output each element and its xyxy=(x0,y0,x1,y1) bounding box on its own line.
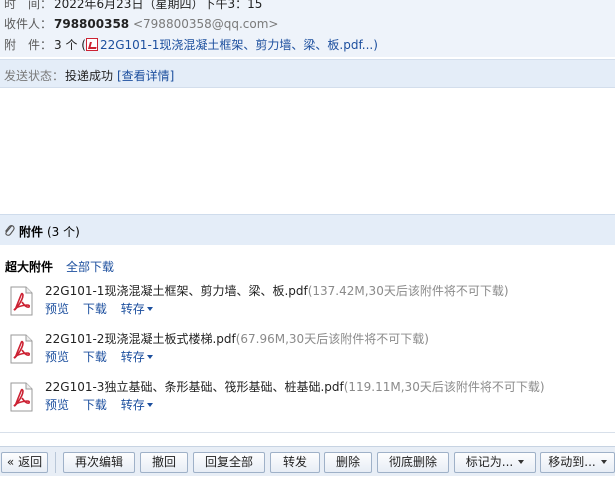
attachment-close-paren: ) xyxy=(373,38,378,52)
file-name-row: 22G101-1现浇混凝土框架、剪力墙、梁、板.pdf(137.42M,30天后… xyxy=(45,282,509,299)
time-row: 时 间： 2022年6月23日（星期四）下午3：15 xyxy=(4,0,262,12)
save-label: 转存 xyxy=(120,302,145,316)
attachment-item: 22G101-2现浇混凝土板式楼梯.pdf(67.96M,30天后该附件将不可下… xyxy=(0,330,615,376)
save-label: 转存 xyxy=(120,398,145,412)
attachments-count: (3 个) xyxy=(47,225,80,239)
pdf-file-icon[interactable] xyxy=(7,382,35,412)
save-label: 转存 xyxy=(120,350,145,364)
delete-permanently-button[interactable]: 彻底删除 xyxy=(377,452,449,473)
download-link[interactable]: 下载 xyxy=(83,350,107,364)
file-actions: 预览 下载 转存 xyxy=(45,348,163,365)
recall-button[interactable]: 撤回 xyxy=(140,452,188,473)
recipient-name[interactable]: 798800358 xyxy=(54,17,129,31)
time-label: 时 间： xyxy=(4,0,53,11)
status-label: 发送状态： xyxy=(4,69,65,83)
paperclip-icon xyxy=(5,225,15,236)
chevron-down-icon xyxy=(518,460,525,464)
view-details-link[interactable]: [查看详情] xyxy=(117,67,174,84)
attachment-item: 22G101-3独立基础、条形基础、筏形基础、桩基础.pdf(119.11M,3… xyxy=(0,378,615,424)
attachment-row: 附 件： 3 个 (22G101-1现浇混凝土框架、剪力墙、梁、板.pdf...) xyxy=(4,36,378,52)
toolbar-separator xyxy=(55,452,56,473)
recipient-row: 收件人： 798800358 <798800358@qq.com> xyxy=(4,16,278,32)
status-value: 投递成功 xyxy=(65,69,114,83)
super-attachment-label: 超大附件 xyxy=(5,260,54,274)
file-name-row: 22G101-2现浇混凝土板式楼梯.pdf(67.96M,30天后该附件将不可下… xyxy=(45,330,429,347)
attachment-label: 附 件： xyxy=(4,38,53,52)
pdf-icon xyxy=(85,38,98,51)
download-link[interactable]: 下载 xyxy=(83,302,107,316)
chevron-down-icon xyxy=(146,307,153,311)
attachments-title: 附件 xyxy=(19,225,44,239)
action-toolbar: « 返回 再次编辑 撤回 回复全部 转发 删除 彻底删除 标记为... 移动到.… xyxy=(0,446,615,476)
file-name[interactable]: 22G101-3独立基础、条形基础、筏形基础、桩基础.pdf xyxy=(45,380,344,394)
file-meta: (137.42M,30天后该附件将不可下载) xyxy=(307,284,509,298)
back-button[interactable]: « 返回 xyxy=(1,452,48,473)
file-meta: (67.96M,30天后该附件将不可下载) xyxy=(235,332,429,346)
save-dropdown[interactable]: 转存 xyxy=(121,302,153,316)
chevron-down-icon xyxy=(600,460,607,464)
file-name[interactable]: 22G101-1现浇混凝土框架、剪力墙、梁、板.pdf xyxy=(45,284,308,298)
recipient-email: <798800358@qq.com> xyxy=(132,17,279,31)
attachment-link[interactable]: 22G101-1现浇混凝土框架、剪力墙、梁、板.pdf... xyxy=(100,38,373,52)
chevron-down-icon xyxy=(146,403,153,407)
delete-button[interactable]: 删除 xyxy=(324,452,372,473)
preview-link[interactable]: 预览 xyxy=(45,398,69,412)
mail-header: 时 间： 2022年6月23日（星期四）下午3：15 收件人： 798800358 … xyxy=(0,0,615,57)
re-edit-button[interactable]: 再次编辑 xyxy=(63,452,135,473)
reply-all-button[interactable]: 回复全部 xyxy=(193,452,265,473)
recipient-label: 收件人： xyxy=(4,17,53,31)
file-name[interactable]: 22G101-2现浇混凝土板式楼梯.pdf xyxy=(45,332,236,346)
download-link[interactable]: 下载 xyxy=(83,398,107,412)
attachment-item: 22G101-1现浇混凝土框架、剪力墙、梁、板.pdf(137.42M,30天后… xyxy=(0,282,615,328)
pdf-file-icon[interactable] xyxy=(7,334,35,364)
mark-as-dropdown[interactable]: 标记为... xyxy=(454,452,536,473)
send-status-bar: 发送状态： 投递成功 [查看详情] xyxy=(0,59,615,88)
file-actions: 预览 下载 转存 xyxy=(45,300,163,317)
attachments-header: 附件 (3 个) xyxy=(0,214,615,245)
save-dropdown[interactable]: 转存 xyxy=(121,350,153,364)
pdf-file-icon[interactable] xyxy=(7,286,35,316)
attachment-count: 3 个 xyxy=(54,38,78,52)
preview-link[interactable]: 预览 xyxy=(45,350,69,364)
save-dropdown[interactable]: 转存 xyxy=(121,398,153,412)
download-all-link[interactable]: 全部下载 xyxy=(66,258,114,275)
forward-button[interactable]: 转发 xyxy=(270,452,320,473)
preview-link[interactable]: 预览 xyxy=(45,302,69,316)
file-meta: (119.11M,30天后该附件将不可下载) xyxy=(343,380,545,394)
divider xyxy=(0,432,615,433)
file-name-row: 22G101-3独立基础、条形基础、筏形基础、桩基础.pdf(119.11M,3… xyxy=(45,378,545,395)
file-actions: 预览 下载 转存 xyxy=(45,396,163,413)
move-to-dropdown[interactable]: 移动到... xyxy=(540,452,615,473)
time-value: 2022年6月23日（星期四）下午3：15 xyxy=(54,0,263,11)
chevron-down-icon xyxy=(146,355,153,359)
mark-as-label: 标记为... xyxy=(465,455,514,469)
move-to-label: 移动到... xyxy=(548,455,596,469)
